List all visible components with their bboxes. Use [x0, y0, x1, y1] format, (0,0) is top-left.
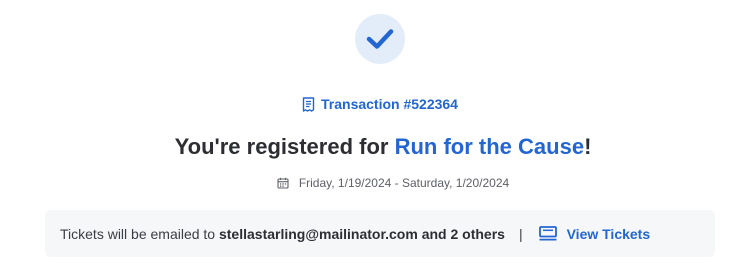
ticket-icon — [538, 226, 557, 241]
tickets-message-prefix: Tickets will be emailed to — [60, 225, 219, 242]
tickets-message: Tickets will be emailed to stellastarlin… — [60, 226, 505, 242]
receipt-icon — [302, 96, 315, 112]
title-prefix: You're registered for — [174, 134, 395, 159]
view-tickets-button[interactable]: View Tickets — [538, 225, 651, 242]
calendar-icon — [277, 177, 289, 189]
transaction-label: Transaction #522364 — [321, 96, 458, 112]
title-suffix: ! — [584, 134, 592, 159]
success-badge — [355, 14, 405, 64]
event-dates-text: Friday, 1/19/2024 - Saturday, 1/20/2024 — [298, 176, 510, 190]
separator: | — [518, 225, 523, 242]
event-name: Run for the Cause — [394, 134, 585, 159]
registration-confirmation: Transaction #522364 You're registered fo… — [0, 0, 756, 278]
tickets-banner: Tickets will be emailed to stellastarlin… — [45, 210, 715, 257]
view-tickets-label: View Tickets — [566, 225, 651, 242]
recipient-email: stellastarling@mailinator.com — [218, 225, 418, 242]
transaction-link[interactable]: Transaction #522364 — [0, 96, 756, 112]
check-icon — [366, 29, 394, 49]
page-title: You're registered for Run for the Cause! — [0, 134, 756, 160]
other-recipients: and 2 others — [417, 225, 505, 242]
event-dates: Friday, 1/19/2024 - Saturday, 1/20/2024 — [0, 176, 756, 190]
